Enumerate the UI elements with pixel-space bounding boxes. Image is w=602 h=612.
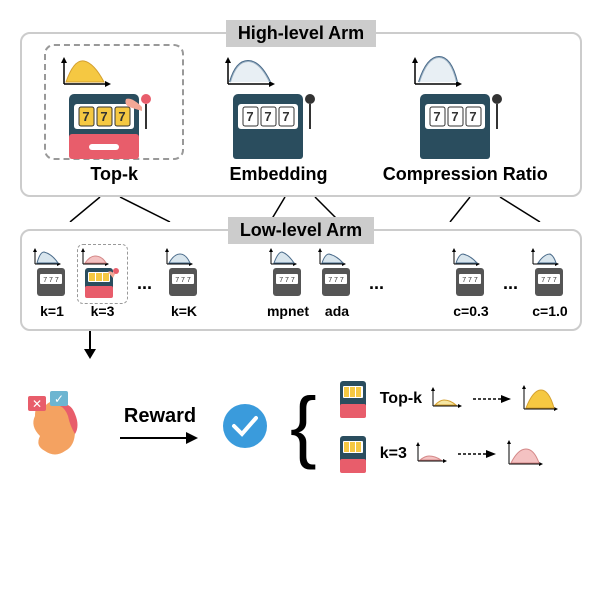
svg-text:7 7 7: 7 7 7 (328, 277, 344, 284)
svg-text:7: 7 (101, 109, 108, 124)
low-arm-mpnet: 7 7 7 mpnet (267, 246, 309, 319)
slot-machine-icon: 7 7 7 (54, 49, 174, 159)
small-slot-icon: 7 7 7 (530, 246, 570, 301)
large-dist-icon (521, 384, 561, 414)
svg-text:7 7 7: 7 7 7 (43, 277, 59, 284)
small-arm-label: c=0.3 (453, 303, 488, 319)
high-arm-embedding: 7 7 7 Embedding (218, 49, 338, 185)
arm-label: Embedding (229, 164, 327, 185)
high-level-panel: 7 7 7 Top-k (20, 32, 582, 197)
small-dist-icon (415, 441, 450, 466)
ellipsis: ... (503, 273, 518, 294)
tiny-slot-icon (337, 376, 372, 421)
low-arm-k1: 7 7 7 k=1 (32, 246, 72, 319)
slot-machine-icon: 7 7 7 (218, 49, 338, 159)
low-arm-kK: 7 7 7 k=K (164, 246, 204, 319)
small-slot-icon: 7 7 7 (268, 246, 308, 301)
svg-text:7 7 7: 7 7 7 (541, 277, 557, 284)
svg-text:7: 7 (265, 109, 272, 124)
svg-text:7 7 7: 7 7 7 (175, 277, 191, 284)
high-level-label: High-level Arm (226, 20, 376, 47)
high-arm-compression: 7 7 7 Compression Ratio (383, 49, 548, 185)
small-arm-label: k=1 (40, 303, 64, 319)
small-arm-label: mpnet (267, 303, 309, 319)
low-arm-k3: k=3 (80, 246, 125, 319)
dashed-arrow (473, 394, 513, 404)
arm-label: Compression Ratio (383, 164, 548, 185)
low-level-panel: 7 7 7 k=1 (20, 229, 582, 331)
high-arm-topk: 7 7 7 Top-k (54, 49, 174, 185)
small-slot-icon: 7 7 7 (32, 246, 72, 301)
arm-label: Top-k (90, 164, 138, 185)
low-arm-c10: 7 7 7 c=1.0 (530, 246, 570, 319)
svg-text:7: 7 (247, 109, 254, 124)
small-slot-icon: 7 7 7 (164, 246, 204, 301)
reward-label: Reward (124, 405, 196, 428)
svg-text:7: 7 (283, 109, 290, 124)
low-group-compression: 7 7 7 c=0.3 ... 7 7 7 c=1.0 (451, 246, 570, 319)
svg-text:7: 7 (83, 109, 90, 124)
update-row-k3: k=3 (337, 431, 582, 476)
down-arrow (60, 331, 160, 361)
svg-text:7 7 7: 7 7 7 (462, 277, 478, 284)
update-row-topk: Top-k (337, 376, 582, 421)
brace-icon: { (290, 390, 317, 462)
small-arm-label: k=3 (91, 303, 115, 319)
large-dist-icon (506, 439, 546, 469)
small-arm-label: k=K (171, 303, 197, 319)
svg-text:7: 7 (434, 109, 441, 124)
reward-flow: ✕ ✓ Reward { Top-k (20, 376, 582, 476)
svg-text:7: 7 (119, 109, 126, 124)
small-dist-icon (430, 386, 465, 411)
update-label: k=3 (380, 445, 407, 463)
slot-machine-icon: 7 7 7 (405, 49, 525, 159)
small-slot-icon: 7 7 7 (317, 246, 357, 301)
svg-text:✓: ✓ (54, 392, 64, 406)
dashed-arrow (458, 449, 498, 459)
ellipsis: ... (369, 273, 384, 294)
update-label: Top-k (380, 390, 422, 408)
update-group: Top-k (337, 376, 582, 476)
svg-text:7: 7 (452, 109, 459, 124)
small-slot-icon (80, 246, 125, 301)
low-group-topk: 7 7 7 k=1 (32, 246, 204, 319)
ellipsis: ... (137, 273, 152, 294)
small-arm-label: c=1.0 (532, 303, 567, 319)
low-arm-ada: 7 7 7 ada (317, 246, 357, 319)
check-circle-icon (220, 401, 270, 451)
svg-text:7 7 7: 7 7 7 (279, 277, 295, 284)
svg-text:7: 7 (470, 109, 477, 124)
low-level-label: Low-level Arm (228, 217, 374, 244)
brain-icon: ✕ ✓ (20, 386, 100, 466)
svg-text:✕: ✕ (32, 397, 42, 411)
low-group-embedding: 7 7 7 mpnet 7 7 7 ada ... (267, 246, 388, 319)
low-arm-c03: 7 7 7 c=0.3 (451, 246, 491, 319)
right-arrow (120, 428, 200, 448)
small-arm-label: ada (325, 303, 349, 319)
tiny-slot-icon (337, 431, 372, 476)
small-slot-icon: 7 7 7 (451, 246, 491, 301)
